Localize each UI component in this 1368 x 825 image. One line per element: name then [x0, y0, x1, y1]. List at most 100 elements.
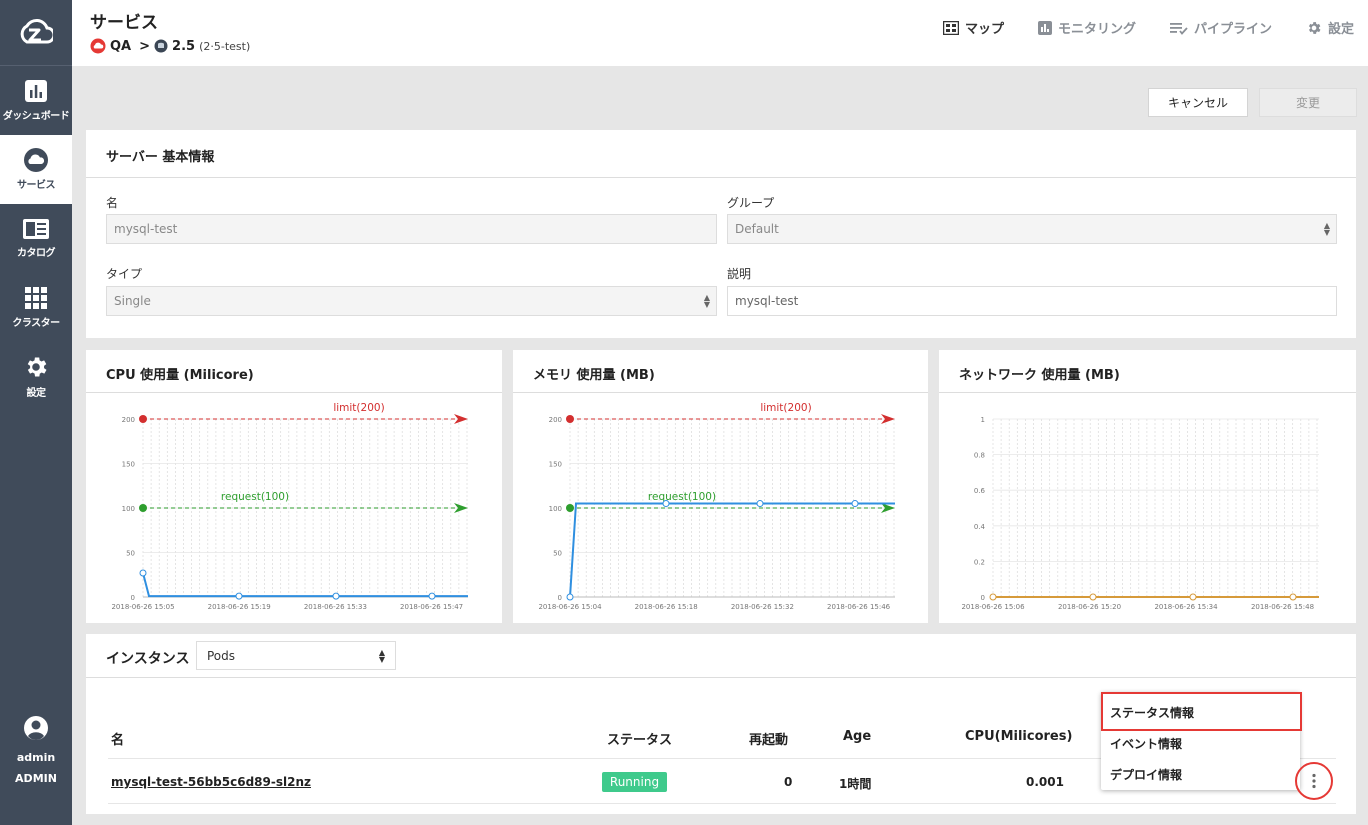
series-line [569, 502, 895, 598]
column-header-cpu[interactable]: CPU(Milicores) [965, 729, 1072, 744]
cpu-chart-panel: CPU 使用量 (Milicore) 0 50 100 150 200 2018-06-2… [86, 350, 502, 623]
topnav-map[interactable]: マップ [942, 18, 1004, 37]
type-select[interactable]: Single ▲ ▼ [106, 286, 717, 316]
y-tick-label: 100 [549, 505, 562, 513]
basic-info-title: サーバー 基本情報 [106, 150, 215, 165]
sidebar-item-service[interactable]: サービス [0, 135, 72, 204]
sidebar-item-cluster[interactable]: クラスター [0, 273, 72, 342]
sidebar-item-dashboard[interactable]: ダッシュボード [0, 66, 72, 135]
request-label: request(100) [221, 491, 289, 503]
change-button[interactable]: 変更 [1259, 88, 1357, 117]
map-icon [942, 20, 959, 35]
y-tick-label: 150 [122, 461, 135, 469]
mysql-icon [154, 39, 168, 53]
y-tick-label: 1 [981, 416, 985, 424]
topnav-monitoring[interactable]: モニタリング [1037, 18, 1136, 37]
cpu-value: 0.001 [1026, 775, 1064, 789]
column-header-status[interactable]: ステータス [607, 729, 672, 748]
y-tick-label: 0.8 [974, 452, 985, 460]
dashboard-icon [25, 80, 47, 102]
app-logo[interactable] [0, 0, 72, 66]
avatar-icon [24, 716, 48, 740]
y-tick-label: 150 [549, 461, 562, 469]
topnav-pipeline[interactable]: パイプライン [1169, 18, 1272, 37]
y-tick-label: 100 [122, 505, 135, 513]
data-point [1189, 593, 1197, 601]
select-arrows-icon: ▲ ▼ [1323, 221, 1330, 237]
basic-info-panel: サーバー 基本情報 名 mysql-test グループ Default ▲ ▼ タイ… [86, 130, 1356, 338]
data-point [566, 593, 574, 601]
cloud-icon [24, 148, 48, 172]
user-profile[interactable]: admin ADMIN [0, 715, 72, 785]
sidebar-item-settings[interactable]: 設定 [0, 342, 72, 411]
breadcrumb-separator: > [139, 38, 151, 54]
top-nav: マップ モニタリング パイプライン 設定 [942, 18, 1354, 37]
restarts-value: 0 [784, 775, 793, 789]
page-title: サービス [90, 13, 158, 33]
row-more-button[interactable] [1295, 762, 1333, 800]
sidebar-item-catalog[interactable]: カタログ [0, 204, 72, 273]
x-tick-label: 2018-06-26 15:46 [827, 603, 891, 611]
x-tick-label: 2018-06-26 15:18 [635, 603, 698, 611]
column-header-age[interactable]: Age [843, 729, 871, 744]
y-tick-label: 0 [558, 594, 562, 602]
age-value: 1時間 [839, 777, 872, 791]
cpu-chart-title: CPU 使用量 (Milicore) [106, 368, 254, 383]
data-point [139, 569, 147, 577]
sidebar-item-label: 設定 [26, 388, 47, 399]
user-name: admin [16, 751, 56, 764]
gear-icon [27, 357, 47, 377]
group-value: Default [735, 222, 779, 236]
desc-value: mysql-test [735, 294, 799, 308]
x-tick-label: 2018-06-26 15:05 [111, 603, 174, 611]
menu-item-event-info[interactable]: イベント情報 [1110, 735, 1182, 752]
topnav-label: パイプライン [1193, 22, 1272, 37]
sidebar-item-label: サービス [17, 180, 56, 191]
data-point [332, 592, 340, 600]
menu-item-deploy-info[interactable]: デプロイ情報 [1110, 766, 1182, 783]
group-select[interactable]: Default ▲ ▼ [727, 214, 1337, 244]
description-input[interactable]: mysql-test [727, 286, 1337, 316]
pod-name-link[interactable]: mysql-test-56bb5c6d89-sl2nz [111, 775, 311, 789]
data-point [235, 592, 243, 600]
sidebar: ダッシュボード サービス カタログ クラスター 設定 admin ADMIN [0, 0, 72, 825]
column-header-name[interactable]: 名 [111, 729, 124, 748]
y-tick-label: 0 [981, 594, 985, 602]
network-chart-panel: ネットワーク 使用量 (MB) 0 0.2 0.4 0.6 0.8 1 2018-06-26… [939, 350, 1356, 623]
sidebar-item-label: カタログ [17, 248, 56, 259]
cancel-button[interactable]: キャンセル [1148, 88, 1248, 117]
top-header: サービス QA > 2.5 (2·5-test) マップ モニタリング パイプラ… [72, 0, 1368, 66]
memory-chart: 0 50 100 150 200 2018-06-26 15:04 2018-06-26 1… [538, 402, 895, 611]
topnav-label: 設定 [1327, 22, 1354, 37]
user-role: ADMIN [15, 772, 57, 785]
row-context-menu: ステータス情報 イベント情報 デプロイ情報 [1101, 692, 1302, 790]
data-point [662, 500, 670, 508]
network-chart: 0 0.2 0.4 0.6 0.8 1 2018-06-26 15:06 2018-06-26… [961, 416, 1319, 611]
column-header-restarts[interactable]: 再起動 [749, 729, 788, 748]
memory-chart-panel: メモリ 使用量 (MB) 0 50 100 150 200 2018-06-26 15:0… [513, 350, 928, 623]
topnav-settings[interactable]: 設定 [1306, 18, 1354, 37]
instance-type-select[interactable]: Pods ▲ ▼ [196, 641, 396, 670]
menu-item-status-info[interactable]: ステータス情報 [1110, 704, 1194, 721]
divider [86, 677, 1356, 678]
monitoring-icon [1037, 20, 1052, 35]
sidebar-item-label: ダッシュボード [2, 111, 70, 122]
x-tick-label: 2018-06-26 15:32 [731, 603, 794, 611]
select-arrows-icon: ▲ ▼ [378, 648, 385, 664]
data-point [756, 500, 764, 508]
y-tick-label: 200 [122, 416, 135, 424]
data-point [851, 500, 859, 508]
divider [86, 177, 1356, 178]
y-tick-label: 0.2 [974, 558, 985, 566]
breadcrumb-workspace[interactable]: QA [110, 39, 131, 54]
request-marker [139, 504, 147, 512]
limit-marker [566, 415, 574, 423]
name-field[interactable]: mysql-test [106, 214, 717, 244]
cpu-chart: 0 50 100 150 200 2018-06-26 15:05 2018-06-26 1… [111, 402, 468, 611]
cloud-badge-icon [90, 38, 106, 54]
data-point [989, 593, 997, 601]
breadcrumb-service[interactable]: 2.5 [172, 39, 195, 54]
x-tick-label: 2018-06-26 15:47 [400, 603, 463, 611]
row-divider [108, 803, 1336, 804]
topnav-label: モニタリング [1057, 22, 1136, 37]
